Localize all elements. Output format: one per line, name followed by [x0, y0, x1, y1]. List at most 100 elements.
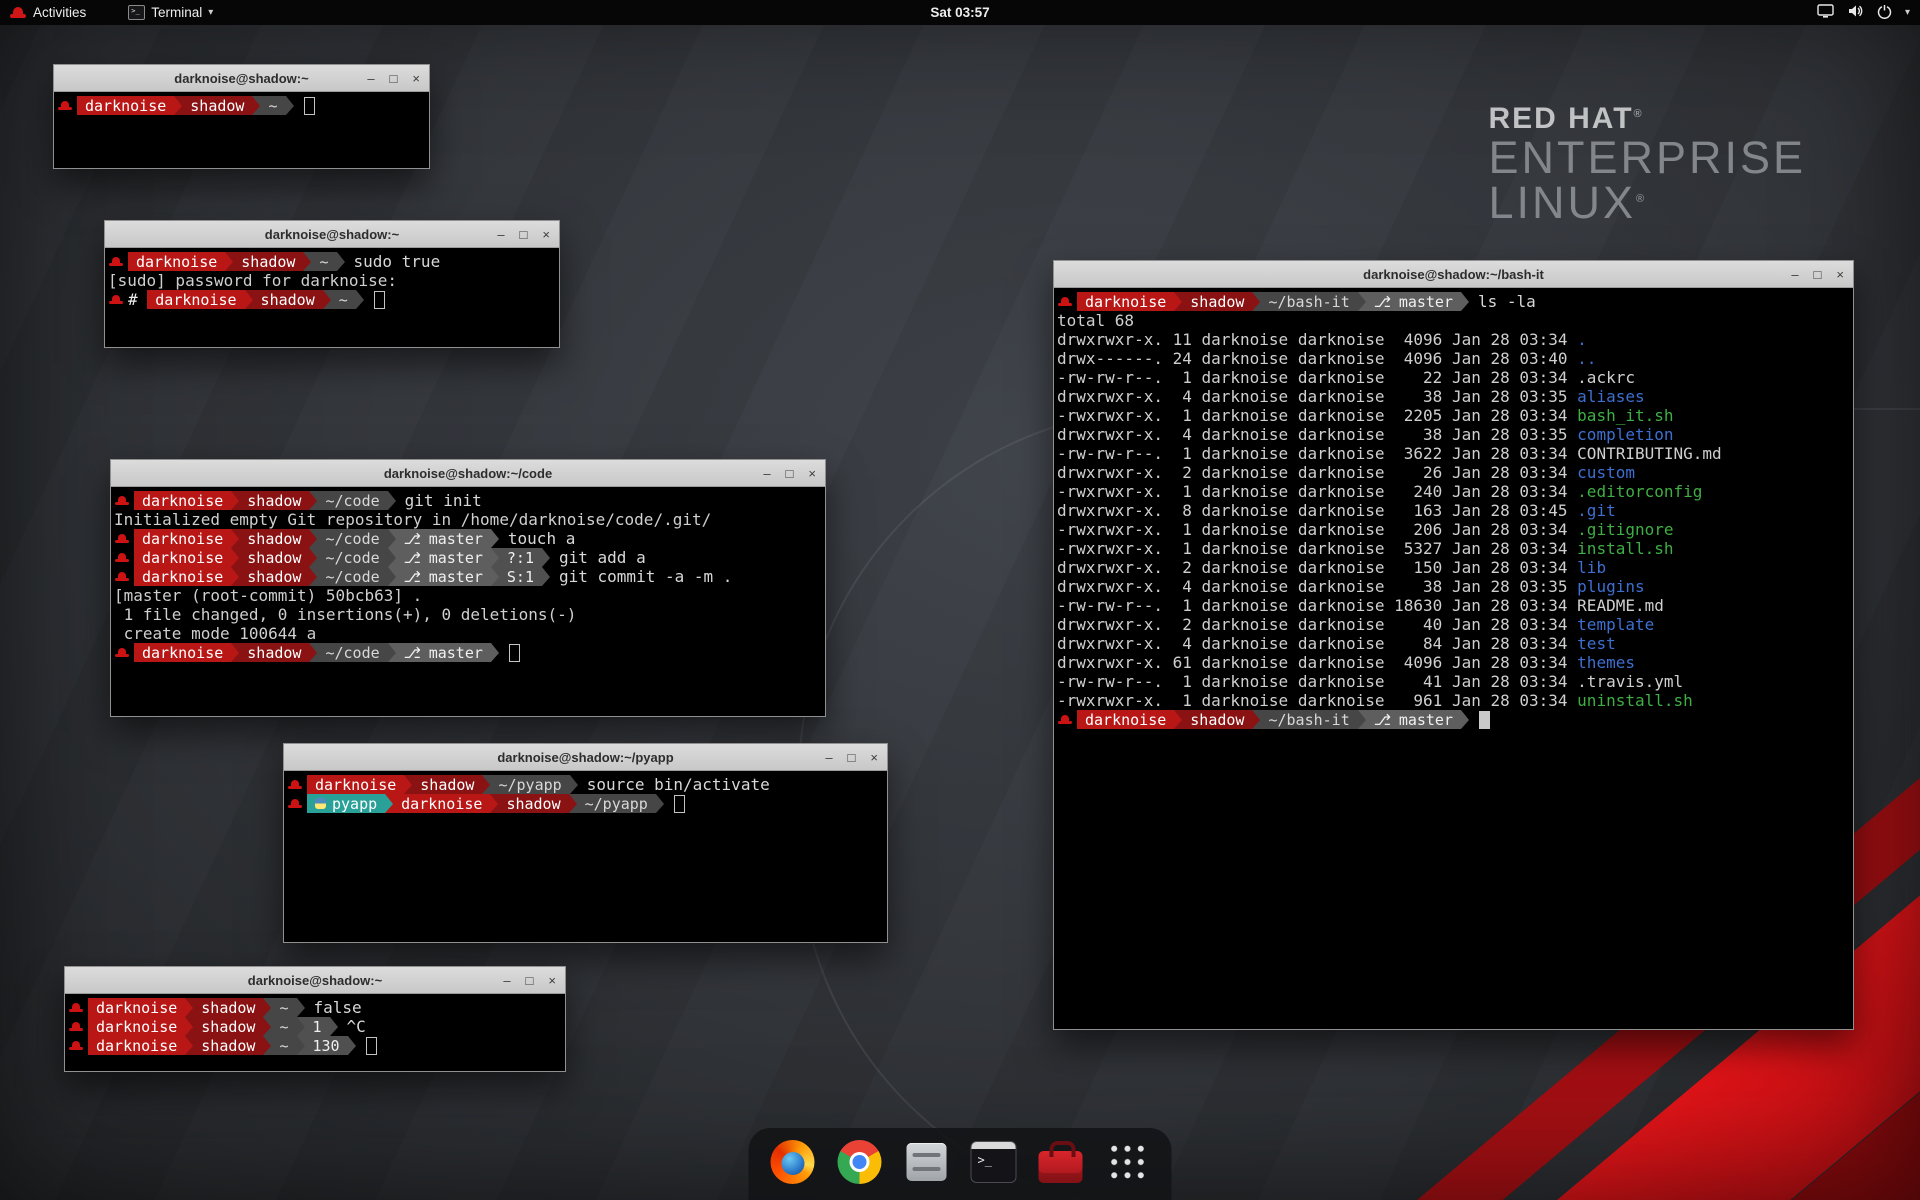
output-line: [master (root-commit) 50bcb63] .: [114, 586, 822, 605]
prompt-line: darknoiseshadow~/pyappsource bin/activat…: [287, 775, 884, 794]
prompt-segment-path: ~: [260, 96, 285, 115]
window-titlebar[interactable]: darknoise@shadow:~/bash-it – □ ×: [1054, 261, 1853, 288]
dock-item-toolbox[interactable]: [1037, 1138, 1085, 1186]
minimize-button[interactable]: –: [763, 467, 770, 480]
powerline-arrow: [330, 1017, 338, 1036]
close-button[interactable]: ×: [870, 751, 878, 764]
prompt-segment-path: ~/code: [317, 567, 387, 586]
prompt-line: darknoiseshadow~false: [68, 998, 562, 1017]
dock-item-chrome[interactable]: [836, 1138, 884, 1186]
prompt-segment-host: shadow: [239, 491, 309, 510]
powerline-arrow: [309, 548, 317, 567]
close-button[interactable]: ×: [1836, 268, 1844, 281]
prompt-line: # darknoiseshadow~: [108, 290, 556, 309]
powerline-arrow: [245, 290, 253, 309]
terminal-body[interactable]: darknoiseshadow~: [54, 92, 429, 168]
dock-item-firefox[interactable]: [769, 1138, 817, 1186]
clock[interactable]: Sat 03:57: [930, 5, 989, 20]
output-line: -rwxrwxr-x. 1 darknoise darknoise 240 Ja…: [1057, 482, 1850, 501]
prompt-segment-count: ?:1: [499, 548, 542, 567]
close-button[interactable]: ×: [808, 467, 816, 480]
window-titlebar[interactable]: darknoise@shadow:~ – □ ×: [54, 65, 429, 92]
prompt-segment-user: darknoise: [88, 1036, 185, 1055]
terminal-body[interactable]: darknoiseshadow~sudo true[sudo] password…: [105, 248, 559, 347]
terminal-body[interactable]: darknoiseshadow~falsedarknoiseshadow~1^C…: [65, 994, 565, 1071]
window-titlebar[interactable]: darknoise@shadow:~/code – □ ×: [111, 460, 825, 487]
powerline-arrow: [491, 548, 499, 567]
minimize-button[interactable]: –: [1791, 268, 1798, 281]
prompt-line: darknoiseshadow~/bash-it⎇ master: [1057, 710, 1850, 729]
prompt-segment-host: shadow: [239, 548, 309, 567]
output-line: drwxrwxr-x. 8 darknoise darknoise 163 Ja…: [1057, 501, 1850, 520]
terminal-window-home-1: darknoise@shadow:~ – □ × darknoiseshadow…: [53, 64, 430, 169]
output-line: drwxrwxr-x. 4 darknoise darknoise 38 Jan…: [1057, 425, 1850, 444]
prompt-segment-host: shadow: [233, 252, 303, 271]
maximize-button[interactable]: □: [848, 751, 856, 764]
minimize-button[interactable]: –: [367, 72, 374, 85]
powerline-arrow: [385, 794, 393, 813]
maximize-button[interactable]: □: [526, 974, 534, 987]
command-text: source bin/activate: [587, 775, 770, 794]
output-line: -rwxrwxr-x. 1 darknoise darknoise 206 Ja…: [1057, 520, 1850, 539]
powerline-arrow: [231, 491, 239, 510]
prompt-segment-host: shadow: [239, 529, 309, 548]
close-button[interactable]: ×: [548, 974, 556, 987]
prompt-segment-git: ⎇ master: [396, 643, 491, 662]
terminal-body[interactable]: darknoiseshadow~/pyappsource bin/activat…: [284, 771, 887, 942]
maximize-button[interactable]: □: [390, 72, 398, 85]
minimize-button[interactable]: –: [825, 751, 832, 764]
powerline-arrow: [231, 643, 239, 662]
close-button[interactable]: ×: [412, 72, 420, 85]
window-titlebar[interactable]: darknoise@shadow:~ – □ ×: [65, 967, 565, 994]
window-titlebar[interactable]: darknoise@shadow:~ – □ ×: [105, 221, 559, 248]
prompt-line: darknoiseshadow~/bash-it⎇ masterls -la: [1057, 292, 1850, 311]
top-bar: Activities Terminal ▾ Sat 03:57 ▾: [0, 0, 1920, 25]
maximize-button[interactable]: □: [1814, 268, 1822, 281]
activities-button[interactable]: Activities: [10, 5, 86, 20]
prompt-line: darknoiseshadow~/codegit init: [114, 491, 822, 510]
powerline-arrow: [297, 998, 305, 1017]
dock-item-files[interactable]: [903, 1138, 951, 1186]
powerline-arrow: [185, 1017, 193, 1036]
powerline-arrow: [656, 794, 664, 813]
maximize-button[interactable]: □: [520, 228, 528, 241]
powerline-arrow: [185, 998, 193, 1017]
terminal-body[interactable]: darknoiseshadow~/codegit initInitialized…: [111, 487, 825, 716]
powerline-arrow: [337, 252, 345, 271]
dock-item-terminal[interactable]: [970, 1138, 1018, 1186]
prompt-line: darknoiseshadow~130: [68, 1036, 562, 1055]
maximize-button[interactable]: □: [786, 467, 794, 480]
minimize-button[interactable]: –: [497, 228, 504, 241]
prompt-segment-path: ~/code: [317, 548, 387, 567]
redhat-prompt-icon: [288, 778, 302, 792]
dock-item-app-grid[interactable]: [1104, 1138, 1152, 1186]
prompt-segment-path: ~: [271, 1036, 296, 1055]
app-menu-terminal[interactable]: Terminal ▾: [128, 5, 213, 20]
window-title: darknoise@shadow:~/code: [384, 466, 552, 481]
prompt-segment-host: shadow: [193, 1017, 263, 1036]
brand-line1: RED HAT: [1488, 102, 1633, 135]
prompt-segment-path: ~/bash-it: [1260, 292, 1357, 311]
status-area[interactable]: ▾: [1817, 4, 1910, 22]
prompt-segment-user: darknoise: [147, 290, 244, 309]
prompt-segment-host: shadow: [412, 775, 482, 794]
prompt-segment-count: S:1: [499, 567, 542, 586]
output-line: drwxrwxr-x. 4 darknoise darknoise 84 Jan…: [1057, 634, 1850, 653]
prompt-segment-host: shadow: [1182, 292, 1252, 311]
toolbox-icon: [1039, 1151, 1083, 1183]
terminal-body[interactable]: darknoiseshadow~/bash-it⎇ masterls -lato…: [1054, 288, 1853, 1029]
powerline-arrow: [490, 794, 498, 813]
dock: [749, 1128, 1172, 1200]
prompt-segment-path: ~/code: [317, 491, 387, 510]
powerline-arrow: [231, 567, 239, 586]
window-titlebar[interactable]: darknoise@shadow:~/pyapp – □ ×: [284, 744, 887, 771]
chevron-down-icon: ▾: [1905, 7, 1910, 18]
prompt-segment-path: ~/bash-it: [1260, 710, 1357, 729]
chevron-down-icon: ▾: [208, 7, 213, 18]
close-button[interactable]: ×: [542, 228, 550, 241]
powerline-arrow: [263, 1036, 271, 1055]
terminal-cursor: [509, 644, 520, 662]
minimize-button[interactable]: –: [503, 974, 510, 987]
powerline-arrow: [491, 529, 499, 548]
powerline-arrow: [348, 1036, 356, 1055]
